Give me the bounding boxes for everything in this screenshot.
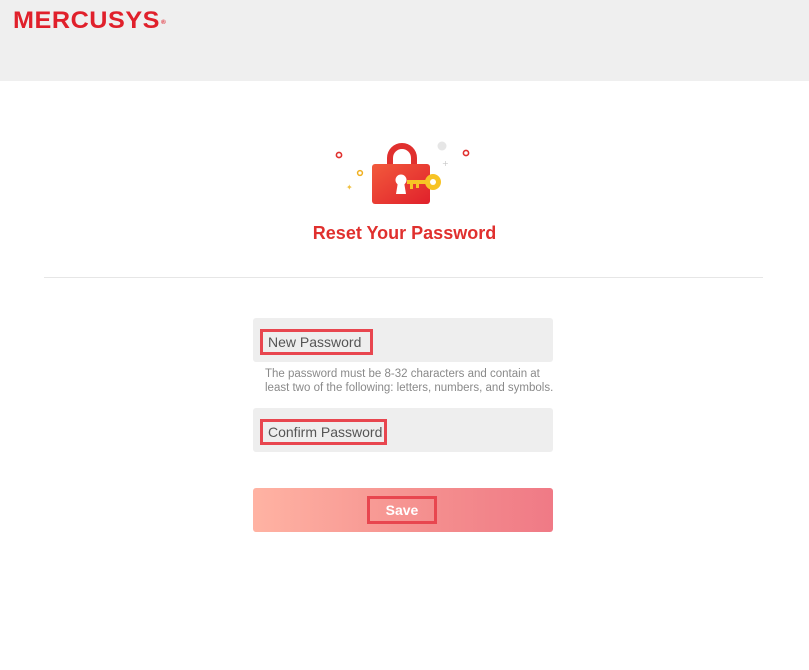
top-header: MERCUSYS® (0, 0, 809, 81)
plus-icon: + (442, 159, 449, 168)
divider (44, 277, 763, 278)
confirm-password-field[interactable]: Confirm Password (253, 408, 553, 452)
save-button[interactable]: Save (253, 488, 553, 532)
trademark-symbol: ® (161, 20, 167, 26)
page-title: Reset Your Password (312, 223, 497, 243)
sparkle-icon: ✦ (346, 183, 353, 192)
lock-and-key-icon: ✦ + (335, 141, 470, 204)
decor-dot-icon (437, 141, 447, 151)
confirm-password-placeholder: Confirm Password (260, 419, 387, 445)
brand-logo: MERCUSYS® (13, 8, 166, 34)
decor-circle-icon (356, 169, 364, 177)
decor-circle-icon (462, 149, 470, 157)
brand-name: MERCUSYS (13, 7, 161, 34)
decor-circle-icon (335, 151, 343, 159)
new-password-field[interactable]: New Password (253, 318, 553, 362)
new-password-placeholder: New Password (260, 329, 373, 355)
key-shaft (407, 180, 427, 184)
save-button-label: Save (367, 496, 437, 524)
password-hint: The password must be 8-32 characters and… (265, 368, 554, 394)
